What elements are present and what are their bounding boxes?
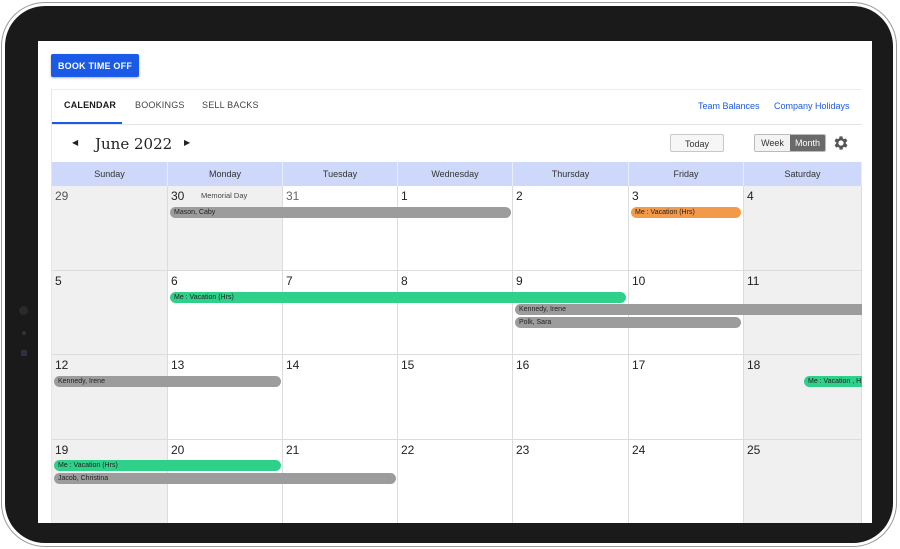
tab-calendar[interactable]: CALENDAR (64, 100, 116, 110)
day-number: 16 (516, 358, 530, 372)
day-header-saturday: Saturday (744, 162, 862, 186)
day-number: 13 (171, 358, 185, 372)
day-cell[interactable]: 2 (513, 186, 629, 271)
day-header-sunday: Sunday (52, 162, 168, 186)
tab-sell-backs[interactable]: SELL BACKS (202, 100, 259, 110)
event-bar[interactable]: Polk, Sara (515, 317, 741, 328)
day-cell[interactable]: 25 (744, 440, 862, 523)
event-bar[interactable]: Me : Vacation (Hrs) (170, 292, 626, 303)
day-cell[interactable]: 8 (398, 271, 513, 355)
event-bar[interactable]: Me : Vacation (Hrs) (54, 460, 281, 471)
day-number: 4 (747, 189, 754, 203)
day-cell[interactable]: 16 (513, 355, 629, 440)
gear-icon[interactable] (832, 134, 850, 152)
day-number: 22 (401, 443, 415, 457)
week-view-button[interactable]: Week (755, 135, 790, 151)
day-cell[interactable]: 13 (168, 355, 283, 440)
next-month-icon[interactable]: ▶ (184, 138, 190, 147)
day-number: 1 (401, 189, 408, 203)
day-number: 6 (171, 274, 178, 288)
day-number: 24 (632, 443, 646, 457)
sensor-icon (21, 350, 27, 356)
day-number: 11 (747, 274, 760, 288)
app-screen: BOOK TIME OFF CALENDAR BOOKINGS SELL BAC… (38, 41, 872, 523)
day-number: 30 (171, 189, 185, 203)
day-number: 7 (286, 274, 293, 288)
tablet-frame: BOOK TIME OFF CALENDAR BOOKINGS SELL BAC… (5, 6, 893, 543)
day-cell[interactable]: 17 (629, 355, 744, 440)
month-view-button[interactable]: Month (790, 135, 825, 151)
day-header-wednesday: Wednesday (398, 162, 513, 186)
day-number: 18 (747, 358, 761, 372)
day-cell[interactable]: 14 (283, 355, 398, 440)
day-cell[interactable]: 5 (52, 271, 168, 355)
day-cell[interactable]: 7 (283, 271, 398, 355)
view-toggle: Week Month (754, 134, 826, 152)
day-header-thursday: Thursday (513, 162, 629, 186)
tab-bookings[interactable]: BOOKINGS (135, 100, 185, 110)
day-number: 29 (55, 189, 69, 203)
day-number: 20 (171, 443, 185, 457)
day-number: 10 (632, 274, 646, 288)
camera-icon (19, 306, 28, 315)
event-bar[interactable]: Me : Vacation , H (804, 376, 862, 387)
sensor-icon (22, 331, 26, 335)
day-number: 19 (55, 443, 69, 457)
day-number: 12 (55, 358, 69, 372)
day-number: 21 (286, 443, 300, 457)
month-title: June 2022 (95, 135, 173, 153)
day-cell[interactable]: 1 (398, 186, 513, 271)
day-number: 9 (516, 274, 523, 288)
team-balances-link[interactable]: Team Balances (698, 101, 760, 111)
day-cell[interactable]: 24 (629, 440, 744, 523)
day-number: 14 (286, 358, 300, 372)
day-cell[interactable]: 30 Memorial Day (168, 186, 283, 271)
day-header-tuesday: Tuesday (283, 162, 398, 186)
day-number: 2 (516, 189, 523, 203)
day-header-monday: Monday (168, 162, 283, 186)
event-bar[interactable]: Jacob, Christina (54, 473, 396, 484)
day-cell[interactable]: 29 (52, 186, 168, 271)
day-cell[interactable]: 12 (52, 355, 168, 440)
day-cell[interactable]: 4 (744, 186, 862, 271)
day-cell[interactable]: 22 (398, 440, 513, 523)
day-cell[interactable]: 23 (513, 440, 629, 523)
calendar-card: CALENDAR BOOKINGS SELL BACKS Team Balanc… (51, 89, 862, 523)
day-number: 25 (747, 443, 761, 457)
company-holidays-link[interactable]: Company Holidays (774, 101, 850, 111)
event-bar[interactable]: Me : Vacation (Hrs) (631, 207, 741, 218)
day-cell[interactable]: 18 (744, 355, 862, 440)
day-cell[interactable]: 3 (629, 186, 744, 271)
day-header-friday: Friday (629, 162, 744, 186)
event-bar[interactable]: Kennedy, Irene (54, 376, 281, 387)
day-number: 3 (632, 189, 639, 203)
day-number: 15 (401, 358, 415, 372)
event-bar[interactable]: Mason, Caby (170, 207, 511, 218)
book-time-off-button[interactable]: BOOK TIME OFF (51, 54, 139, 77)
event-bar[interactable]: Kennedy, Irene (515, 304, 862, 315)
month-grid: Sunday Monday Tuesday Wednesday Thursday… (52, 162, 862, 523)
day-cell[interactable]: 15 (398, 355, 513, 440)
day-number: 31 (286, 189, 300, 203)
day-cell[interactable]: 31 (283, 186, 398, 271)
prev-month-icon[interactable]: ◀ (72, 138, 78, 147)
today-button[interactable]: Today (670, 134, 724, 152)
holiday-label: Memorial Day (201, 191, 248, 200)
day-number: 17 (632, 358, 646, 372)
day-cell[interactable]: 6 (168, 271, 283, 355)
tab-bar: CALENDAR BOOKINGS SELL BACKS Team Balanc… (52, 90, 862, 125)
day-number: 8 (401, 274, 408, 288)
day-number: 5 (55, 274, 62, 288)
active-tab-indicator (52, 122, 122, 124)
day-number: 23 (516, 443, 530, 457)
